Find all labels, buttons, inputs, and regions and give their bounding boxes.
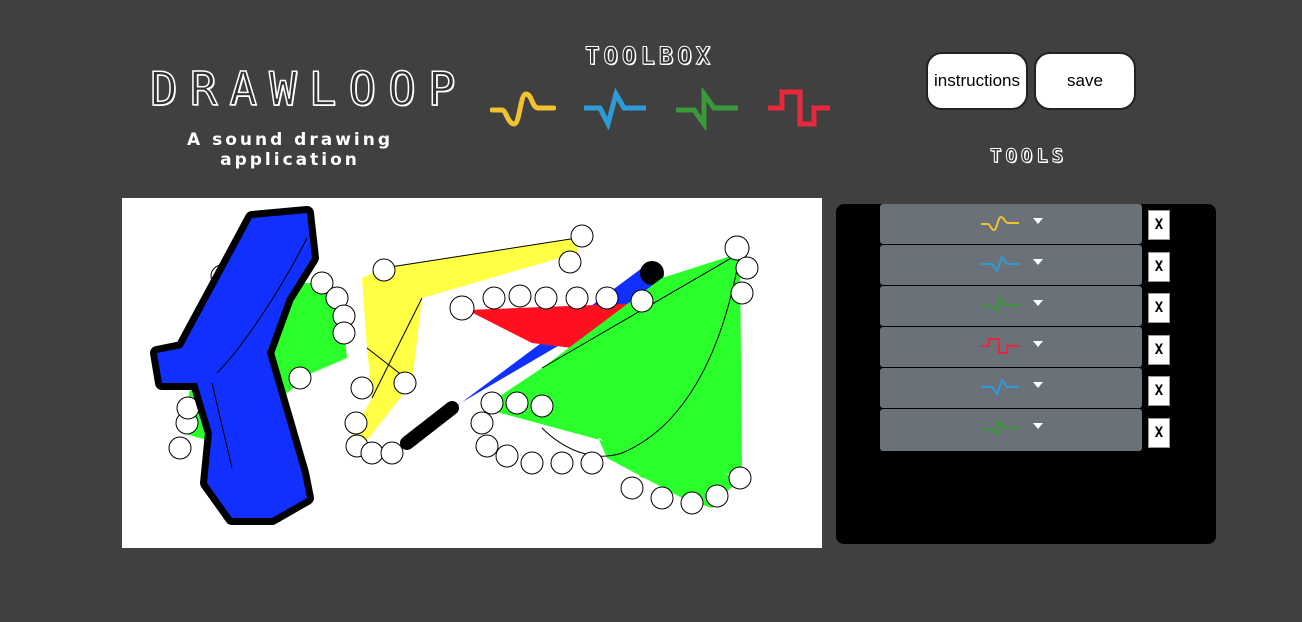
delete-track-button[interactable]: X: [1148, 293, 1170, 323]
toolbox-square-tool[interactable]: [766, 88, 832, 130]
sawtooth-wave-icon: [981, 418, 1019, 438]
triangle-wave-icon: [981, 377, 1019, 397]
chevron-down-icon[interactable]: [1033, 341, 1043, 347]
sine-wave-icon: [981, 215, 1019, 232]
square-wave-icon: [768, 89, 830, 127]
app-subtitle: A sound drawing application: [187, 130, 393, 170]
drawing-surface[interactable]: [122, 198, 822, 548]
chevron-down-icon[interactable]: [1033, 300, 1043, 306]
delete-track-button[interactable]: X: [1148, 252, 1170, 282]
chevron-down-icon[interactable]: [1033, 259, 1043, 265]
track-row[interactable]: [880, 327, 1142, 367]
sine-wave-icon: [489, 91, 557, 127]
square-wave-icon: [981, 338, 1019, 354]
sawtooth-wave-icon: [676, 86, 738, 132]
chevron-down-icon[interactable]: [1033, 382, 1043, 388]
toolbox-triangle-tool[interactable]: [582, 87, 648, 132]
tools-title: TOOLS: [989, 145, 1068, 168]
triangle-wave-icon: [584, 87, 646, 132]
toolbox-sawtooth-tool[interactable]: [674, 86, 740, 132]
delete-track-button[interactable]: X: [1148, 376, 1170, 406]
chevron-down-icon[interactable]: [1033, 218, 1043, 224]
sawtooth-wave-icon: [981, 295, 1019, 315]
delete-track-button[interactable]: X: [1148, 335, 1170, 365]
save-button[interactable]: save: [1034, 52, 1136, 110]
triangle-wave-icon: [981, 254, 1019, 274]
track-row[interactable]: [880, 245, 1142, 285]
green-shape-right[interactable]: [449, 235, 759, 515]
toolbox-title: TOOLBOX: [584, 42, 715, 71]
track-row[interactable]: [880, 409, 1142, 451]
instructions-button[interactable]: instructions: [926, 52, 1028, 110]
delete-track-button[interactable]: X: [1148, 210, 1170, 240]
delete-track-button[interactable]: X: [1148, 418, 1170, 448]
tools-panel: X X X X X X: [836, 204, 1216, 544]
app-title: DRAWLOOP: [149, 61, 468, 117]
track-row[interactable]: [880, 368, 1142, 408]
track-row[interactable]: [880, 204, 1142, 244]
chevron-down-icon[interactable]: [1033, 423, 1043, 429]
drawing-canvas[interactable]: [122, 198, 822, 548]
track-row[interactable]: [880, 286, 1142, 326]
toolbox-sine-tool[interactable]: [489, 88, 557, 130]
